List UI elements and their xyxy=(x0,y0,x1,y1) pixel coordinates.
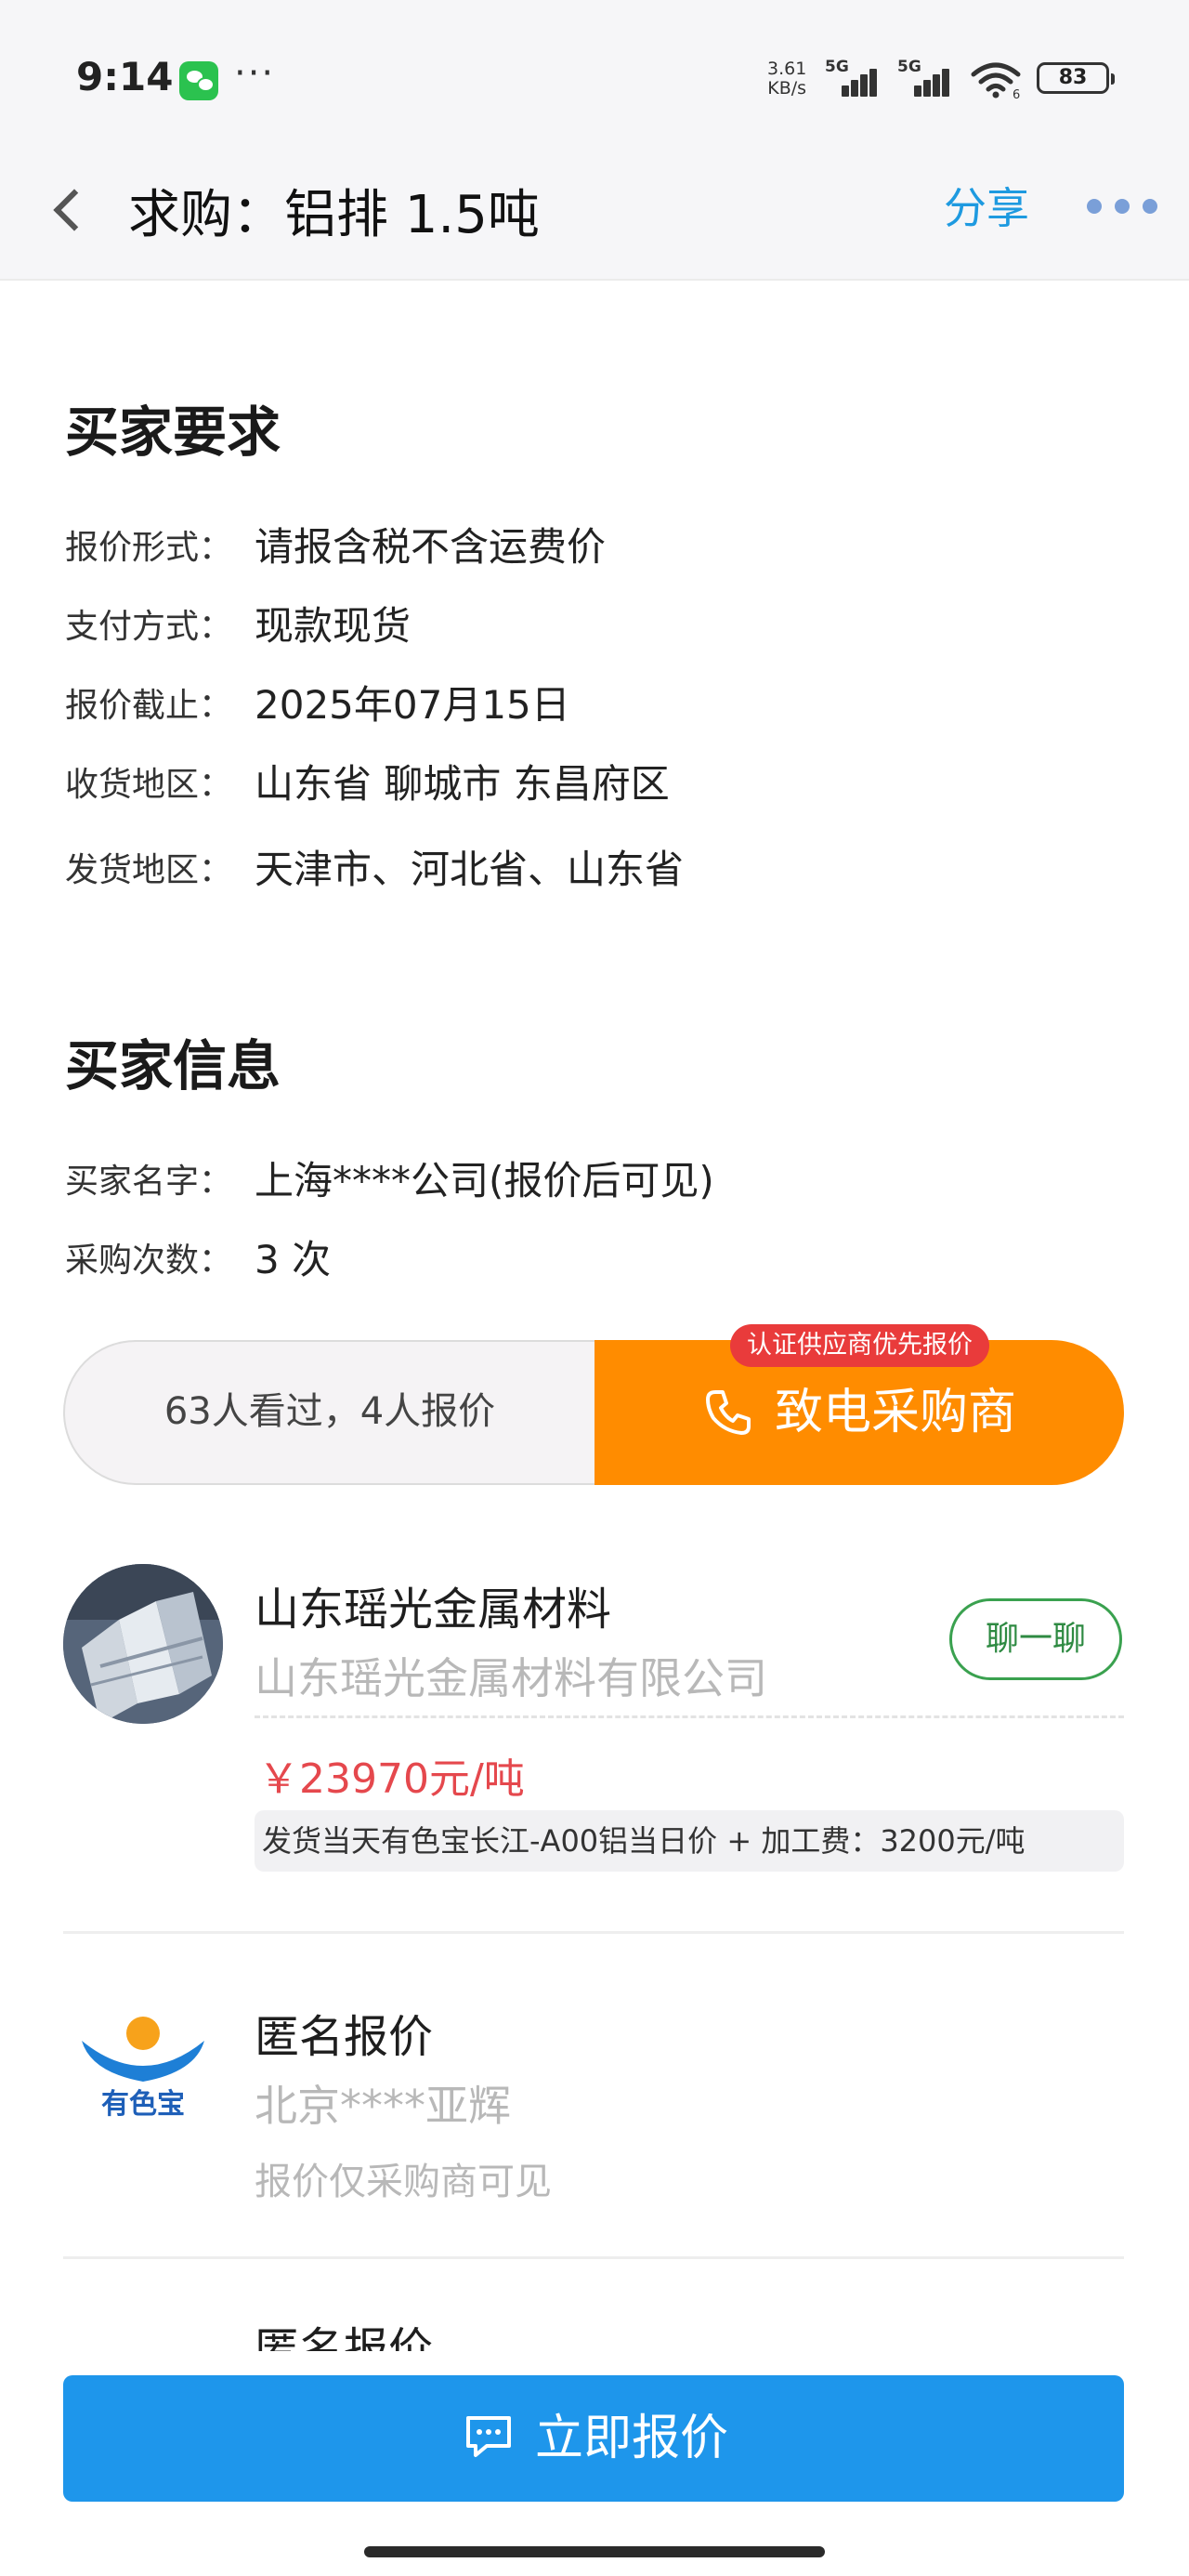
share-button[interactable]: 分享 xyxy=(944,175,1029,236)
requirement-label: 报价截止： xyxy=(65,686,233,725)
requirement-value: 山东省 聊城市 东昌府区 xyxy=(255,761,670,807)
requirement-row: 支付方式： 现款现货 xyxy=(65,595,411,651)
buyer-label: 采购次数： xyxy=(65,1241,233,1280)
battery-icon: 83 xyxy=(1037,62,1115,94)
network-speed-unit: KB/s xyxy=(767,78,807,99)
quote-now-label: 立即报价 xyxy=(535,2411,729,2466)
anonymous-quote-title: 匿名报价 xyxy=(255,2323,434,2351)
buyer-row: 采购次数： 3 次 xyxy=(65,1229,331,1284)
requirement-row: 收货地区： 山东省 聊城市 东昌府区 xyxy=(65,753,670,808)
quote-supplier-masked: 北京****亚辉 xyxy=(255,2081,511,2131)
wechat-icon xyxy=(179,61,218,100)
wifi-icon: 6 xyxy=(970,61,1022,102)
requirement-label: 支付方式： xyxy=(65,607,233,646)
phone-icon xyxy=(706,1390,751,1435)
supplier-avatar xyxy=(63,1564,223,1724)
buyer-row: 买家名字： 上海****公司(报价后可见) xyxy=(65,1150,714,1205)
supplier-company: 山东瑶光金属材料有限公司 xyxy=(255,1653,767,1703)
divider xyxy=(63,2256,1124,2259)
nav-bar: 求购：铝排 1.5吨 分享 xyxy=(0,139,1189,281)
requirement-label: 报价形式： xyxy=(65,528,233,567)
quote-note: 发货当天有色宝长江-A00铝当日价 + 加工费：3200元/吨 xyxy=(255,1810,1124,1872)
requirement-value: 请报含税不含运费价 xyxy=(255,524,607,570)
home-indicator[interactable] xyxy=(364,2546,825,2557)
more-notifications-icon: ··· xyxy=(234,52,276,95)
anonymous-quote-title: 匿名报价 xyxy=(255,2011,434,2063)
buyer-label: 买家名字： xyxy=(65,1162,233,1201)
signal-icon: 5G xyxy=(897,58,951,97)
quote-now-button[interactable]: 立即报价 xyxy=(63,2375,1124,2502)
wifi-level: 6 xyxy=(1013,88,1020,99)
youseback-logo: 有色宝 xyxy=(65,2005,221,2121)
message-icon xyxy=(466,2416,511,2457)
view-stats: 63人看过，4人报价 xyxy=(63,1340,594,1485)
requirements-heading: 买家要求 xyxy=(65,401,281,464)
requirement-label: 收货地区： xyxy=(65,765,233,804)
requirement-value: 天津市、河北省、山东省 xyxy=(255,847,685,892)
buyer-value: 上海****公司(报价后可见) xyxy=(255,1158,714,1203)
quote-hidden-note: 报价仅采购商可见 xyxy=(255,2161,552,2203)
requirement-row: 报价形式： 请报含税不含运费价 xyxy=(65,516,606,572)
requirement-row: 报价截止： 2025年07月15日 xyxy=(65,674,570,729)
more-options-icon[interactable] xyxy=(1085,184,1159,225)
chat-button[interactable]: 聊一聊 xyxy=(949,1598,1122,1680)
requirement-row: 发货地区： 天津市、河北省、山东省 xyxy=(65,838,684,894)
certified-supplier-badge: 认证供应商优先报价 xyxy=(730,1324,989,1367)
network-speed-value: 3.61 xyxy=(767,59,807,79)
signal-icon: 5G xyxy=(825,58,879,97)
page-title: 求购：铝排 1.5吨 xyxy=(128,185,540,245)
logo-text: 有色宝 xyxy=(101,2088,185,2117)
requirement-label: 发货地区： xyxy=(65,850,233,889)
status-bar: 9:14 ··· 3.61 KB/s 5G 5G 6 83 xyxy=(0,0,1189,139)
dashed-divider xyxy=(255,1715,1124,1718)
quote-price: ￥23970元/吨 xyxy=(258,1755,525,1803)
buyer-value: 3 次 xyxy=(255,1237,332,1282)
buyer-info-heading: 买家信息 xyxy=(65,1034,281,1097)
network-type-label: 5G xyxy=(897,58,921,76)
network-speed: 3.61 KB/s xyxy=(767,59,806,99)
requirement-value: 2025年07月15日 xyxy=(255,682,570,728)
status-time: 9:14 xyxy=(76,54,174,99)
network-type-label: 5G xyxy=(825,58,849,76)
back-button[interactable] xyxy=(43,178,89,243)
divider xyxy=(63,1931,1124,1934)
supplier-name: 山东瑶光金属材料 xyxy=(255,1584,612,1636)
requirement-value: 现款现货 xyxy=(255,603,412,649)
